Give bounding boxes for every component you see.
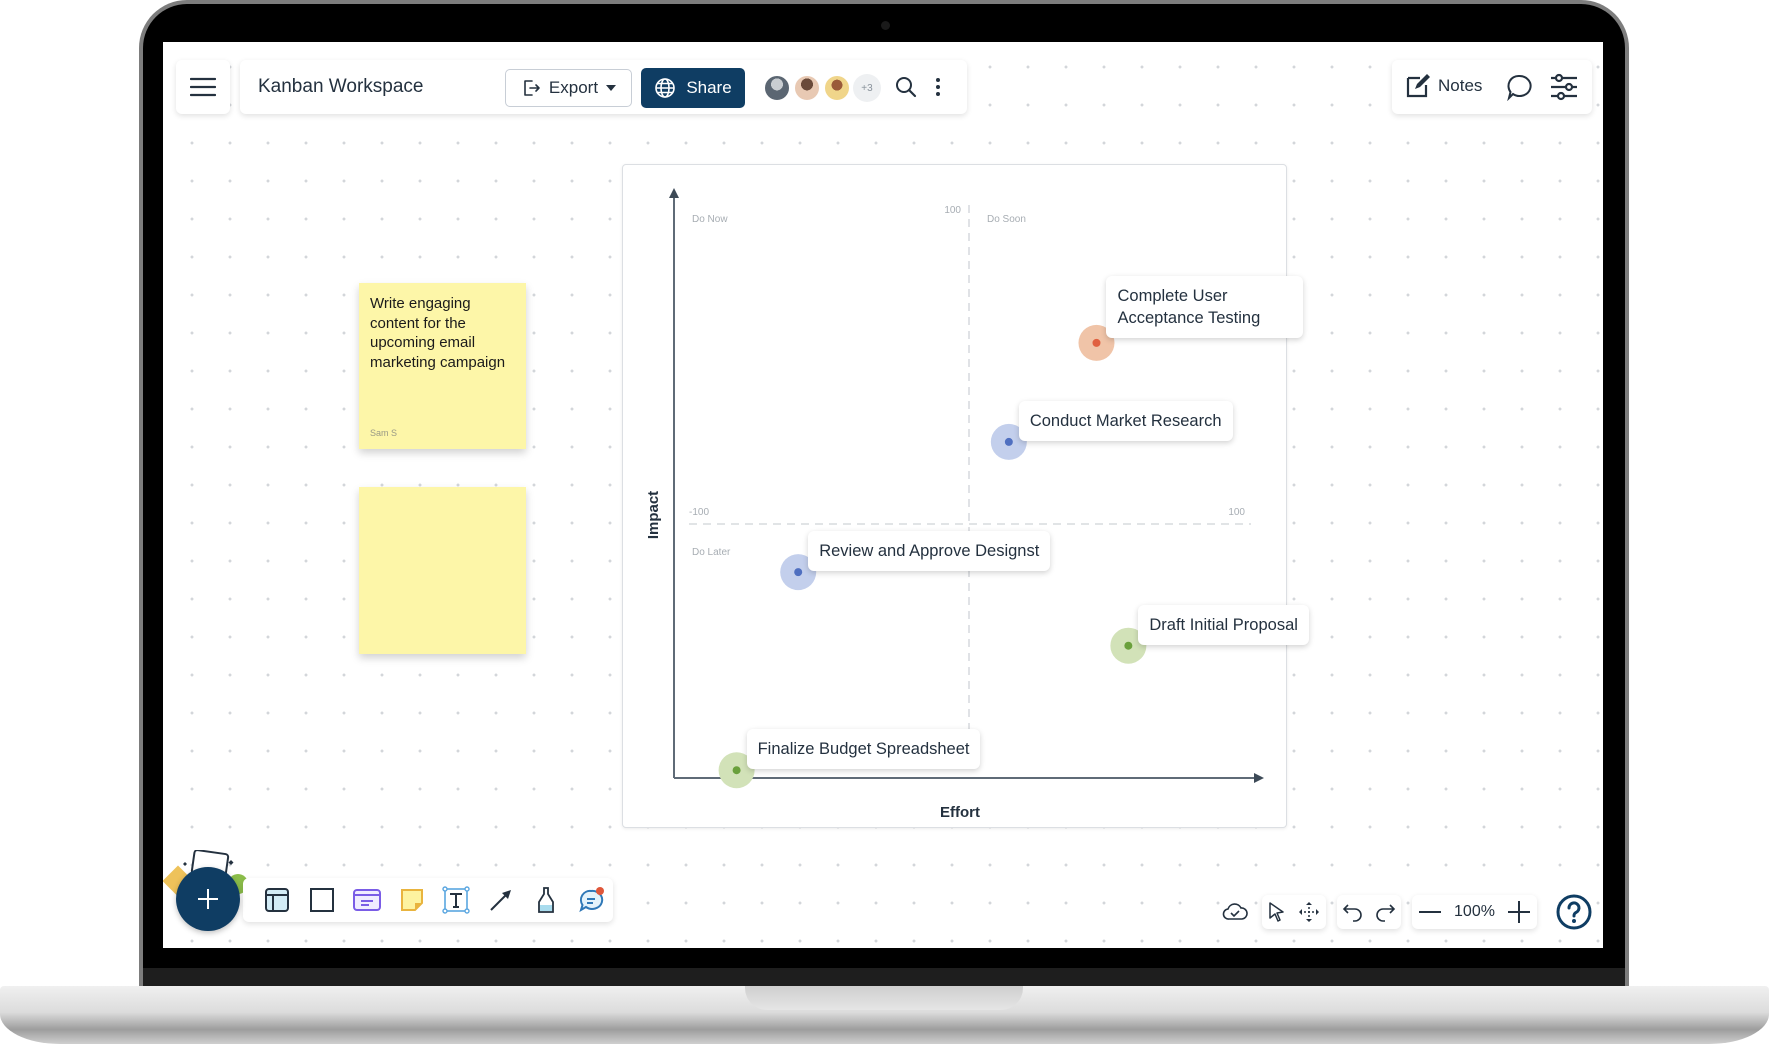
selection-tools [1262, 895, 1326, 929]
card-icon [352, 889, 381, 911]
laptop-notch [745, 986, 1023, 1010]
minus-icon[interactable] [1418, 910, 1441, 914]
text-tool[interactable] [434, 878, 479, 922]
export-label: Export [548, 78, 599, 97]
quadrant-label: Do Soon [987, 214, 1026, 225]
right-toolbar: Notes [1392, 60, 1592, 114]
y-axis-label: Impact [645, 491, 662, 539]
template-icon [265, 888, 290, 912]
shape-toolbar [243, 878, 613, 922]
connector-tool[interactable] [479, 878, 524, 922]
avatar[interactable] [793, 74, 821, 102]
data-point [1004, 437, 1013, 446]
hamburger-menu-icon [190, 77, 216, 97]
search-icon[interactable] [894, 75, 918, 99]
cloud-saved-icon [1222, 903, 1248, 920]
zoom-level[interactable]: 100% [1454, 903, 1495, 921]
laptop-camera [881, 21, 890, 30]
highlighter-icon [537, 887, 554, 913]
workspace-title[interactable]: Kanban Workspace [258, 76, 423, 98]
sticky-note-icon [400, 889, 423, 911]
data-point [794, 568, 803, 577]
data-point [1092, 338, 1101, 347]
help-icon[interactable] [1556, 894, 1592, 930]
sticky-note-tool[interactable] [389, 878, 434, 922]
y-axis-arrow [669, 188, 679, 198]
highlighter-tool[interactable] [524, 878, 569, 922]
comment-bubble-icon [578, 887, 604, 913]
history-tools [1337, 895, 1401, 929]
export-icon [524, 80, 540, 96]
sticky-note-author: Sam S [370, 428, 398, 438]
data-point-label[interactable]: Review and Approve Designst [808, 531, 1051, 572]
comment-tool[interactable] [568, 878, 613, 922]
notes-button[interactable]: Notes [1404, 72, 1482, 100]
y-tick-max: 100 [944, 205, 961, 216]
data-point [732, 766, 741, 775]
pointer-icon[interactable] [1268, 901, 1286, 923]
rectangle-icon [310, 888, 335, 912]
edit-note-icon [1406, 74, 1430, 98]
whiteboard-canvas[interactable]: Kanban Workspace Export Share +3 Notes W… [163, 42, 1603, 948]
priority-matrix-chart[interactable]: 100-100100Do NowDo SoonDo LaterDelegateE… [622, 164, 1309, 828]
data-point-label[interactable]: Finalize Budget Spreadsheet [746, 729, 981, 770]
share-label: Share [686, 78, 732, 97]
x-axis-arrow [1254, 773, 1264, 783]
arrow-connector-icon [490, 890, 512, 911]
data-point-label[interactable]: Complete User Acceptance Testing [1106, 275, 1304, 338]
data-point [1124, 641, 1133, 650]
template-tool[interactable] [255, 878, 300, 922]
x-tick-max: 100 [1228, 507, 1245, 518]
notes-label: Notes [1438, 76, 1483, 95]
export-button[interactable]: Export [505, 69, 632, 107]
sliders-icon[interactable] [1549, 73, 1579, 101]
quadrant-label: Do Later [692, 547, 731, 558]
avatar[interactable] [763, 74, 791, 102]
x-tick-min: -100 [689, 507, 709, 518]
more-vertical-icon[interactable] [934, 75, 942, 99]
quadrant-label: Do Now [692, 214, 728, 225]
globe-icon [655, 78, 676, 98]
collaborator-avatars[interactable]: +3 [763, 74, 881, 102]
move-icon[interactable] [1298, 901, 1320, 923]
sticky-note[interactable]: Write engaging content for the upcoming … [359, 283, 526, 449]
top-toolbar: Kanban Workspace Export Share +3 [240, 60, 967, 114]
redo-icon[interactable] [1374, 902, 1396, 922]
avatar[interactable] [823, 74, 851, 102]
sticky-note-text[interactable]: Write engaging content for the upcoming … [370, 294, 520, 372]
undo-icon[interactable] [1342, 902, 1364, 922]
more-collaborators-badge[interactable]: +3 [853, 74, 881, 102]
zoom-controls: 100% [1412, 895, 1537, 929]
data-point-label[interactable]: Conduct Market Research [1018, 400, 1233, 441]
add-button[interactable] [176, 867, 240, 931]
share-button[interactable]: Share [641, 68, 745, 108]
plus-icon [198, 889, 218, 909]
rectangle-tool[interactable] [300, 878, 345, 922]
comment-icon[interactable] [1505, 73, 1533, 101]
sticky-note-empty[interactable] [359, 487, 526, 654]
card-tool[interactable] [345, 878, 390, 922]
plus-icon[interactable] [1508, 901, 1531, 923]
chevron-down-icon [606, 85, 617, 91]
text-icon [442, 886, 471, 914]
x-axis-label: Effort [940, 804, 980, 821]
data-point-label[interactable]: Draft Initial Proposal [1138, 604, 1309, 645]
menu-button[interactable] [176, 60, 230, 114]
